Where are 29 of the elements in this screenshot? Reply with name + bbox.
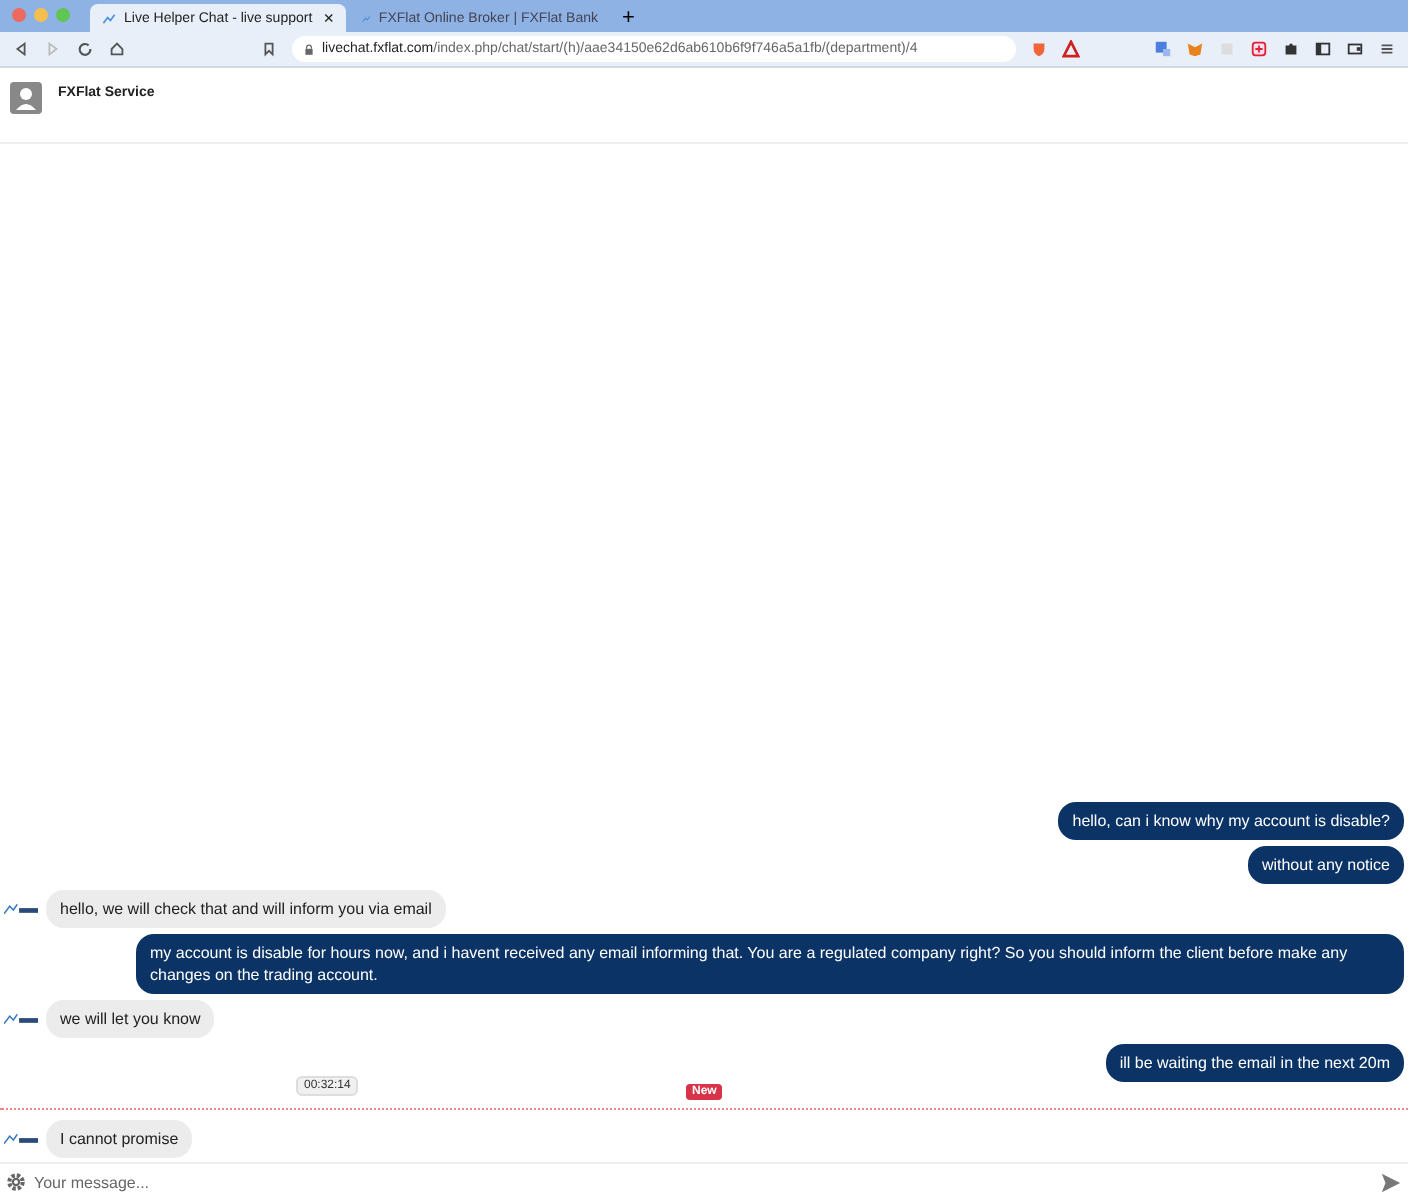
puzzle-icon[interactable] xyxy=(1282,40,1300,58)
menu-icon[interactable] xyxy=(1378,40,1396,58)
operator-message: I cannot promise xyxy=(46,1120,193,1158)
operator-message: we will let you know xyxy=(46,1000,215,1038)
chart-icon xyxy=(362,11,371,25)
triangle-icon[interactable] xyxy=(1062,40,1080,58)
home-icon[interactable] xyxy=(108,40,126,58)
reload-icon[interactable] xyxy=(76,40,94,58)
operator-logo-icon xyxy=(4,903,38,915)
tab-close-button[interactable]: × xyxy=(323,8,334,28)
back-icon[interactable] xyxy=(12,40,30,58)
visitor-message: ill be waiting the email in the next 20m xyxy=(1105,1044,1404,1082)
shield-icon[interactable] xyxy=(1030,40,1048,58)
plus-square-icon[interactable] xyxy=(1250,40,1268,58)
operator-logo-icon xyxy=(4,1013,38,1025)
translate-icon[interactable] xyxy=(1154,40,1172,58)
new-tab-button[interactable]: + xyxy=(614,6,643,32)
send-icon[interactable] xyxy=(1380,1171,1402,1193)
visitor-message: hello, can i know why my account is disable? xyxy=(1058,802,1404,840)
visitor-message: without any notice xyxy=(1247,846,1404,884)
operator-message: hello, we will check that and will inform you via email xyxy=(46,890,446,928)
settings-icon[interactable] xyxy=(6,1172,26,1192)
visitor-message: my account is disable for hours now, and i havent received any email informing that. You are a regulated company right? So you should inform the client before make any changes on the trading account. xyxy=(136,934,1404,994)
avatar-icon xyxy=(10,82,42,114)
bookmark-icon[interactable] xyxy=(260,40,278,58)
sidebar-icon[interactable] xyxy=(1314,40,1332,58)
chart-icon xyxy=(102,11,116,25)
wallet-icon[interactable] xyxy=(1346,40,1364,58)
operator-logo-icon xyxy=(4,1133,38,1145)
